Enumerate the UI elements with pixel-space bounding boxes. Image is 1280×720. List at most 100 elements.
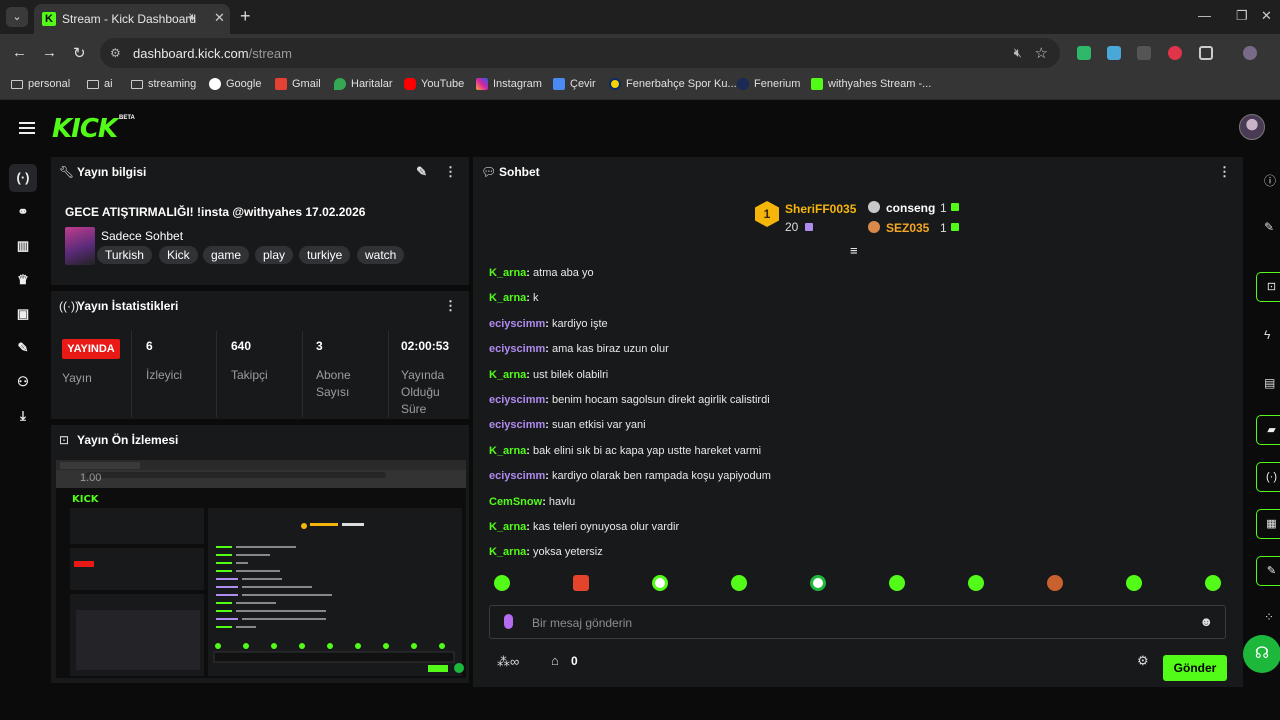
chat-toggle-icon[interactable]: ▰ bbox=[1256, 415, 1280, 445]
send-button[interactable]: Gönder bbox=[1163, 655, 1227, 681]
tag-chip: Kick bbox=[159, 246, 198, 264]
bookmark-instagram[interactable]: Instagram bbox=[476, 78, 542, 90]
chat-username[interactable]: K_arna bbox=[489, 546, 526, 558]
shield-extension-icon[interactable] bbox=[1077, 46, 1091, 60]
mic-icon[interactable] bbox=[504, 614, 513, 629]
emote-icon[interactable] bbox=[1047, 575, 1063, 591]
extension-icon[interactable] bbox=[1137, 46, 1151, 60]
media-nav-icon[interactable]: ▣ bbox=[9, 300, 37, 328]
chat-username[interactable]: eciyscimm bbox=[489, 419, 545, 431]
emote-icon[interactable] bbox=[1126, 575, 1142, 591]
leaderboard-first-name[interactable]: SheriFF0035 bbox=[785, 202, 856, 216]
broadcast-toggle-icon[interactable]: (·) bbox=[1256, 462, 1280, 492]
kick-logo[interactable]: KICK bbox=[52, 114, 118, 144]
bookmark-gmail[interactable]: Gmail bbox=[275, 78, 321, 90]
collapse-leaderboard-icon[interactable]: ≡ bbox=[850, 243, 858, 258]
chat-settings-icon[interactable]: ⚙ bbox=[1137, 653, 1149, 669]
chat-username[interactable]: eciyscimm bbox=[489, 470, 545, 482]
minimize-icon[interactable]: — bbox=[1198, 8, 1211, 23]
tab-close-icon[interactable]: ✕ bbox=[214, 10, 225, 26]
translate-extension-icon[interactable] bbox=[1107, 46, 1121, 60]
channel-points-icon[interactable]: ⁂∞ bbox=[497, 654, 519, 670]
more-dots-icon[interactable]: ⁘ bbox=[1264, 610, 1274, 624]
more-options-icon[interactable]: ⋮ bbox=[444, 164, 457, 180]
bookmark-youtube[interactable]: YouTube bbox=[404, 78, 464, 90]
edit-icon[interactable]: ✎ bbox=[1264, 220, 1274, 234]
quick-action-icon[interactable]: ϟ bbox=[1264, 328, 1270, 342]
edit-pencil-icon[interactable]: ✎ bbox=[416, 164, 427, 180]
emote-icon[interactable] bbox=[889, 575, 905, 591]
leaderboard-second-name[interactable]: conseng bbox=[886, 201, 935, 215]
emote-icon[interactable] bbox=[1205, 575, 1221, 591]
panel-title: Yayın İstatistikleri bbox=[77, 299, 179, 313]
chat-separator: : bbox=[545, 343, 552, 356]
more-options-icon[interactable]: ⋮ bbox=[1218, 164, 1231, 180]
preview-toggle-icon[interactable]: ⊡ bbox=[1256, 272, 1280, 302]
emote-icon[interactable] bbox=[494, 575, 510, 591]
maximize-icon[interactable]: ❐ bbox=[1236, 8, 1248, 24]
bookmark-folder-streaming[interactable]: streaming bbox=[131, 78, 196, 90]
menu-icon[interactable] bbox=[19, 122, 35, 134]
address-bar[interactable]: ⚙ dashboard.kick.com/stream 🔇︎ ☆ bbox=[100, 38, 1060, 68]
community-nav-icon[interactable]: ⚇ bbox=[9, 368, 37, 396]
support-chat-button[interactable]: ☊ bbox=[1243, 635, 1280, 673]
emote-icon[interactable] bbox=[731, 575, 747, 591]
forward-arrow-icon[interactable]: → bbox=[42, 44, 57, 61]
bookmark-fenerbahce[interactable]: Fenerbahçe Spor Ku... bbox=[609, 78, 737, 90]
emote-icon[interactable] bbox=[652, 575, 668, 591]
store-icon[interactable]: ⌂ bbox=[551, 653, 559, 668]
chat-username[interactable]: CemSnow bbox=[489, 496, 542, 508]
tools-toggle-icon[interactable]: ✎ bbox=[1256, 556, 1280, 586]
chat-username[interactable]: K_arna bbox=[489, 369, 526, 381]
emoji-icon[interactable]: ☻ bbox=[1199, 614, 1213, 629]
chat-username[interactable]: eciyscimm bbox=[489, 343, 545, 355]
link-nav-icon[interactable]: ⚭ bbox=[9, 198, 37, 226]
emote-icon[interactable] bbox=[810, 575, 826, 591]
emote-icon[interactable] bbox=[573, 575, 589, 591]
stream-preview-video[interactable]: KICK 1.00 bbox=[56, 460, 466, 678]
chat-input[interactable]: Bir mesaj gönderin ☻ bbox=[489, 605, 1226, 639]
bookmark-haritalar[interactable]: Haritalar bbox=[334, 78, 393, 90]
youtube-extension-icon[interactable] bbox=[1168, 46, 1182, 60]
new-tab-button[interactable]: + bbox=[240, 6, 251, 26]
close-window-icon[interactable]: ✕ bbox=[1261, 8, 1272, 24]
bookmark-cevir[interactable]: Çevir bbox=[553, 78, 596, 90]
google-icon bbox=[209, 78, 221, 90]
emote-icon[interactable] bbox=[968, 575, 984, 591]
chat-username[interactable]: K_arna bbox=[489, 445, 526, 457]
stream-nav-icon[interactable]: (·) bbox=[9, 164, 37, 192]
tab-mute-icon[interactable]: 🔇︎ bbox=[189, 10, 197, 25]
tools-nav-icon[interactable]: ✎ bbox=[9, 334, 37, 362]
notes-icon[interactable]: ▤ bbox=[1264, 376, 1275, 390]
chat-message: eciyscimm: ama kas biraz uzun olur bbox=[489, 337, 1229, 362]
chat-username[interactable]: K_arna bbox=[489, 521, 526, 533]
chat-username[interactable]: eciyscimm bbox=[489, 318, 545, 330]
browser-tab-active[interactable]: K Stream - Kick Dashboard 🔇︎ ✕ bbox=[34, 4, 230, 34]
site-muted-icon[interactable]: 🔇︎ bbox=[1014, 45, 1022, 61]
chat-username[interactable]: K_arna bbox=[489, 292, 526, 304]
puzzle-extensions-icon[interactable] bbox=[1199, 46, 1213, 60]
category-name[interactable]: Sadece Sohbet bbox=[101, 229, 183, 243]
reload-icon[interactable]: ↻ bbox=[73, 44, 86, 62]
chat-username[interactable]: eciyscimm bbox=[489, 394, 545, 406]
chat-username[interactable]: K_arna bbox=[489, 267, 526, 279]
layout-toggle-icon[interactable]: ▦ bbox=[1256, 509, 1280, 539]
back-arrow-icon[interactable]: ← bbox=[12, 44, 27, 61]
download-nav-icon[interactable]: ⤓ bbox=[9, 402, 37, 430]
bookmark-withyahes-stream[interactable]: withyahes Stream -... bbox=[811, 78, 931, 90]
site-info-icon[interactable]: ⚙ bbox=[110, 46, 121, 60]
bookmark-folder-personal[interactable]: personal bbox=[11, 78, 70, 90]
info-icon[interactable]: ⓘ bbox=[1264, 172, 1276, 189]
bookmark-google[interactable]: Google bbox=[209, 78, 261, 90]
profile-avatar-icon[interactable] bbox=[1243, 46, 1257, 60]
analytics-nav-icon[interactable]: ▥ bbox=[9, 232, 37, 260]
trophy-nav-icon[interactable]: ♛ bbox=[9, 266, 37, 294]
bookmark-fenerium[interactable]: Fenerium bbox=[737, 78, 800, 90]
bookmark-folder-ai[interactable]: ai bbox=[87, 78, 113, 90]
divider bbox=[131, 331, 132, 417]
leaderboard-third-name[interactable]: SEZ035 bbox=[886, 221, 929, 235]
user-avatar[interactable] bbox=[1239, 114, 1265, 140]
tab-search-button[interactable]: ⌄ bbox=[6, 7, 28, 27]
more-options-icon[interactable]: ⋮ bbox=[444, 298, 457, 314]
bookmark-star-icon[interactable]: ☆ bbox=[1035, 44, 1048, 62]
